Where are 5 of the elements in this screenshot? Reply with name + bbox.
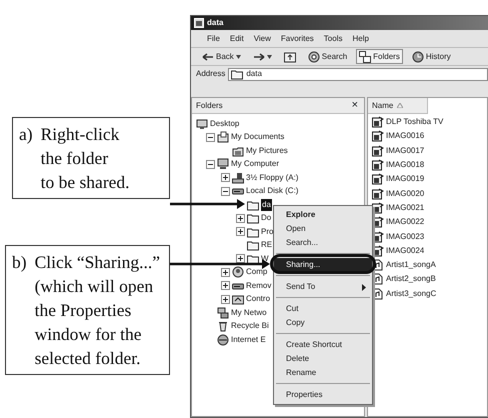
callout-text: a) Right-click the folder to be shared. (12, 117, 170, 199)
window-title: data (207, 17, 224, 29)
callout-text: b) Click “Sharing...” (which will open the Properties window for the selected folder. (5, 245, 170, 375)
address-label: Address (196, 68, 226, 80)
pane-title: Folders (196, 100, 223, 112)
